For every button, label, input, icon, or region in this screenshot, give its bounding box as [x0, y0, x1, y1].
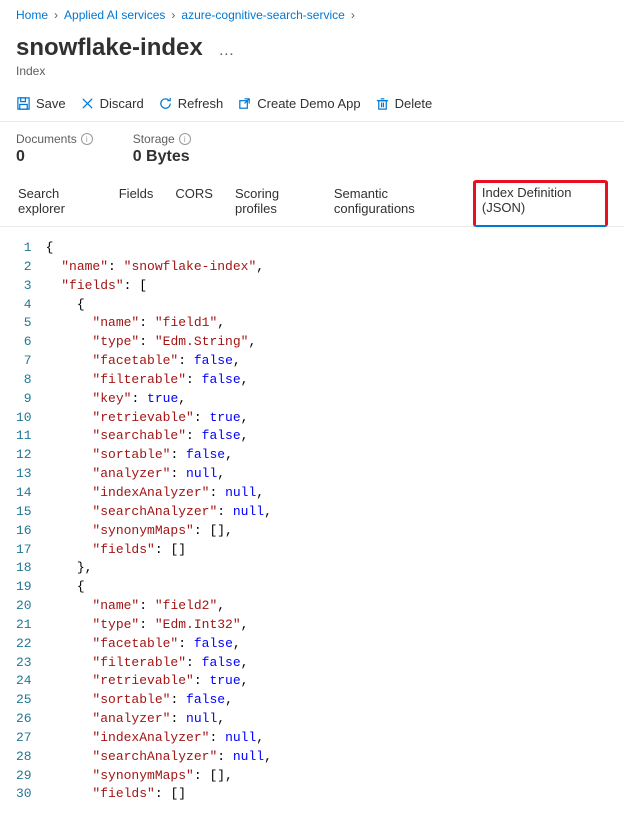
storage-value: 0 Bytes — [133, 148, 191, 166]
tab-semantic-configurations[interactable]: Semantic configurations — [332, 180, 455, 226]
tab-cors[interactable]: CORS — [173, 180, 215, 226]
tabs: Search explorer Fields CORS Scoring prof… — [0, 172, 624, 227]
page-header: snowflake-index … Index — [0, 30, 624, 86]
storage-stat: Storagei 0 Bytes — [133, 132, 191, 166]
save-button[interactable]: Save — [16, 96, 66, 111]
tab-scoring-profiles[interactable]: Scoring profiles — [233, 180, 314, 226]
delete-icon — [375, 96, 390, 111]
documents-value: 0 — [16, 148, 93, 166]
more-actions-button[interactable]: … — [218, 42, 234, 60]
tab-fields[interactable]: Fields — [117, 180, 156, 226]
discard-button[interactable]: Discard — [80, 96, 144, 111]
tab-index-definition-json[interactable]: Index Definition (JSON) — [473, 180, 608, 227]
toolbar: Save Discard Refresh Create Demo App Del… — [0, 86, 624, 122]
close-icon — [80, 96, 95, 111]
refresh-icon — [158, 96, 173, 111]
tab-search-explorer[interactable]: Search explorer — [16, 180, 99, 226]
line-numbers: 1234567891011121314151617181920212223242… — [16, 239, 46, 804]
create-demo-app-button[interactable]: Create Demo App — [237, 96, 360, 111]
save-icon — [16, 96, 31, 111]
page-title: snowflake-index — [16, 34, 203, 62]
stats-row: Documentsi 0 Storagei 0 Bytes — [0, 122, 624, 172]
page-subtitle: Index — [16, 64, 608, 78]
chevron-right-icon: › — [351, 8, 355, 22]
info-icon[interactable]: i — [179, 133, 191, 145]
info-icon[interactable]: i — [81, 133, 93, 145]
json-editor[interactable]: 1234567891011121314151617181920212223242… — [0, 227, 624, 816]
external-icon — [237, 96, 252, 111]
breadcrumb-service[interactable]: azure-cognitive-search-service — [181, 8, 344, 22]
breadcrumb-home[interactable]: Home — [16, 8, 48, 22]
refresh-button[interactable]: Refresh — [158, 96, 224, 111]
chevron-right-icon: › — [54, 8, 58, 22]
breadcrumb: Home › Applied AI services › azure-cogni… — [0, 0, 624, 30]
documents-stat: Documentsi 0 — [16, 132, 93, 166]
chevron-right-icon: › — [171, 8, 175, 22]
delete-button[interactable]: Delete — [375, 96, 433, 111]
breadcrumb-applied-ai[interactable]: Applied AI services — [64, 8, 165, 22]
code-content: { "name": "snowflake-index", "fields": [… — [46, 239, 272, 804]
